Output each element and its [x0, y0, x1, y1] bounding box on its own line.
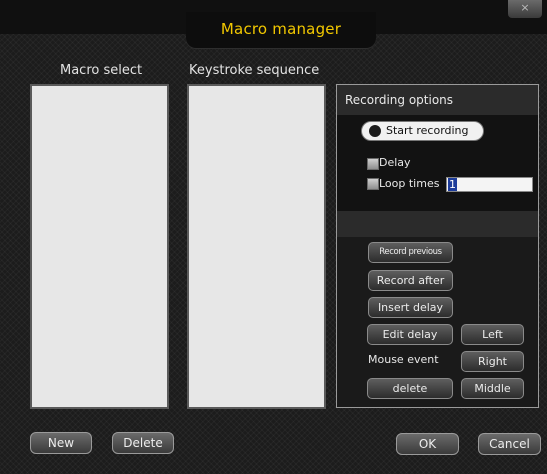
macro-select-list[interactable]	[30, 84, 169, 409]
loop-times-checkbox[interactable]	[367, 178, 379, 190]
title-tab: Macro manager	[186, 12, 376, 48]
keystroke-sequence-label: Keystroke sequence	[189, 63, 320, 78]
middle-button[interactable]: Middle	[461, 378, 524, 399]
record-dot-icon	[369, 125, 381, 137]
loop-times-label: Loop times	[379, 177, 440, 190]
record-previous-button[interactable]: Record previous	[368, 242, 453, 263]
loop-times-value: 1	[448, 178, 457, 191]
window-title: Macro manager	[220, 20, 342, 38]
macro-select-label: Macro select	[60, 63, 143, 78]
loop-times-input[interactable]: 1	[446, 177, 533, 192]
delay-label: Delay	[379, 156, 411, 169]
keystroke-sequence-list[interactable]	[187, 84, 326, 409]
delay-checkbox[interactable]	[367, 158, 379, 170]
record-after-button[interactable]: Record after	[368, 270, 453, 291]
left-button[interactable]: Left	[461, 324, 524, 345]
start-recording-label: Start recording	[386, 124, 469, 137]
edit-delay-button[interactable]: Edit delay	[367, 324, 453, 345]
close-button[interactable]: ×	[508, 0, 542, 18]
panel-divider	[337, 211, 538, 237]
cancel-button[interactable]: Cancel	[478, 433, 541, 455]
delete-button[interactable]: Delete	[112, 432, 174, 454]
ok-button[interactable]: OK	[396, 433, 459, 455]
delete-action-button[interactable]: delete	[367, 378, 453, 399]
mouse-event-label: Mouse event	[368, 353, 439, 366]
macro-manager-window: Macro manager × Macro select Keystroke s…	[0, 0, 547, 474]
insert-delay-button[interactable]: Insert delay	[368, 297, 453, 318]
close-icon: ×	[520, 1, 530, 14]
right-button[interactable]: Right	[461, 351, 524, 372]
recording-options-header: Recording options	[337, 85, 538, 115]
new-button[interactable]: New	[30, 432, 92, 454]
start-recording-button[interactable]: Start recording	[361, 121, 484, 141]
